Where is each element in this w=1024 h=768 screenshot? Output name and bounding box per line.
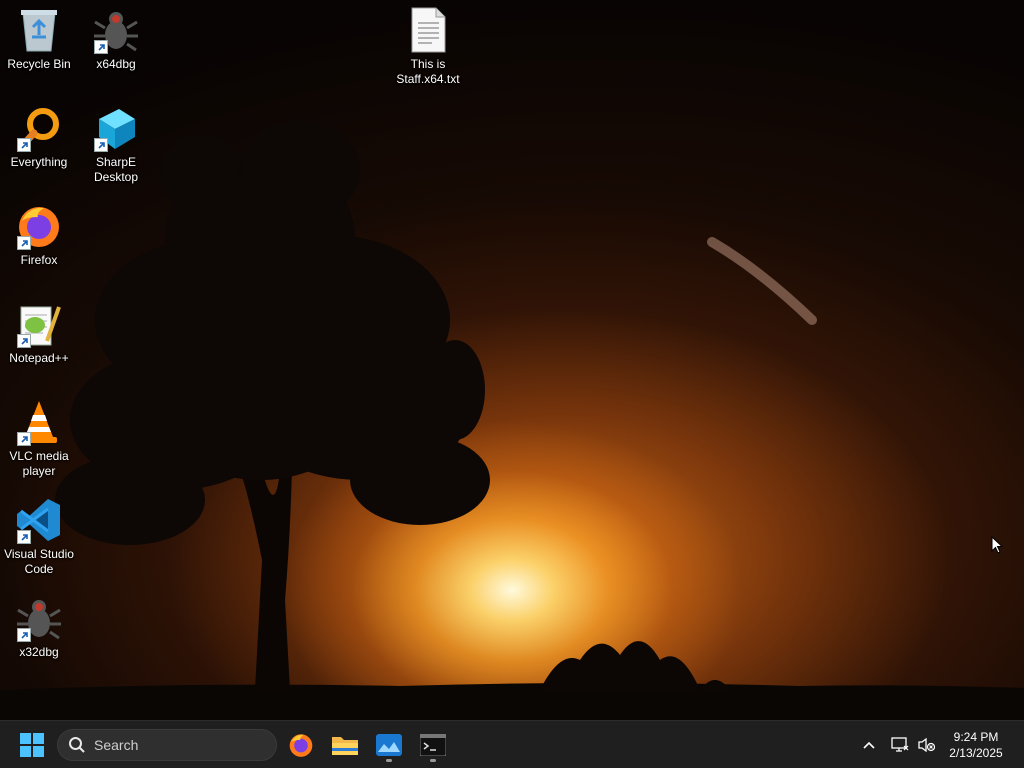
icon-label: SharpE Desktop (93, 155, 139, 184)
icon-label: x64dbg (96, 57, 136, 71)
taskbar-app-terminal[interactable] (413, 727, 453, 763)
running-indicator (430, 759, 436, 762)
running-indicator (386, 759, 392, 762)
icon-label: x32dbg (19, 645, 59, 659)
search-icon (68, 736, 86, 754)
start-button[interactable] (14, 729, 50, 761)
vscode-icon (15, 496, 63, 544)
desktop-icon-sharpe[interactable]: SharpE Desktop (77, 104, 155, 185)
shortcut-arrow-icon (94, 138, 108, 152)
firefox-icon (289, 734, 313, 757)
recycle-bin-icon (15, 6, 63, 54)
tray-volume-button[interactable] (914, 733, 938, 757)
desktop-icon-x64dbg[interactable]: x64dbg (77, 6, 155, 72)
desktop-icon-text-file[interactable]: This is Staff.x64.txt (389, 6, 467, 87)
notepadpp-icon (15, 300, 63, 348)
desktop-icon-firefox[interactable]: Firefox (0, 202, 78, 268)
taskbar-app-firefox[interactable] (281, 727, 321, 763)
icon-label: Notepad++ (9, 351, 69, 365)
desktop-icon-everything[interactable]: Everything (0, 104, 78, 170)
clock-time: 9:24 PM (953, 730, 999, 744)
icon-label: VLC media player (9, 449, 69, 478)
tray-network-button[interactable] (888, 733, 912, 757)
folder-icon (332, 737, 358, 755)
shortcut-arrow-icon (17, 334, 31, 348)
sharpe-cube-icon (92, 104, 140, 152)
text-file-icon (404, 6, 452, 54)
desktop-icon-vlc[interactable]: VLC media player (0, 398, 78, 479)
shortcut-arrow-icon (17, 432, 31, 446)
taskbar: Search 9:24 PM 2/13/2025 (0, 720, 1024, 768)
chevron-up-icon (863, 741, 875, 749)
search-placeholder: Search (94, 737, 139, 753)
windows-start-icon (20, 733, 44, 757)
shortcut-arrow-icon (17, 236, 31, 250)
desktop: Recycle Bin x64dbg This is Staff.x64.txt (0, 0, 1024, 720)
tray-overflow-button[interactable] (857, 733, 881, 757)
taskbar-clock[interactable]: 9:24 PM 2/13/2025 (940, 729, 1012, 761)
image-app-icon (376, 734, 402, 756)
icon-label: Visual Studio Code (4, 547, 74, 576)
desktop-icon-x32dbg[interactable]: x32dbg (0, 594, 78, 660)
firefox-icon (15, 202, 63, 250)
everything-magnifier-icon (15, 104, 63, 152)
shortcut-arrow-icon (94, 40, 108, 54)
shortcut-arrow-icon (17, 138, 31, 152)
mouse-cursor-icon (991, 536, 1003, 554)
taskbar-app-file-explorer[interactable] (325, 727, 365, 763)
desktop-icon-notepadpp[interactable]: Notepad++ (0, 300, 78, 366)
icon-label: Everything (10, 155, 68, 169)
taskbar-search-box[interactable]: Search (57, 729, 277, 761)
desktop-icon-vscode[interactable]: Visual Studio Code (0, 496, 78, 577)
terminal-icon (420, 734, 446, 756)
icon-label: Recycle Bin (7, 57, 71, 71)
x32dbg-bug-icon (15, 594, 63, 642)
clock-date: 2/13/2025 (949, 746, 1003, 760)
vlc-cone-icon (15, 398, 63, 446)
shortcut-arrow-icon (17, 530, 31, 544)
x64dbg-bug-icon (92, 6, 140, 54)
taskbar-app-image-viewer[interactable] (369, 727, 409, 763)
volume-muted-icon (918, 737, 935, 753)
icon-label: Firefox (20, 253, 58, 267)
shortcut-arrow-icon (17, 628, 31, 642)
desktop-icon-recycle-bin[interactable]: Recycle Bin (0, 6, 78, 72)
icon-label: This is Staff.x64.txt (396, 57, 460, 86)
network-icon (891, 737, 909, 752)
